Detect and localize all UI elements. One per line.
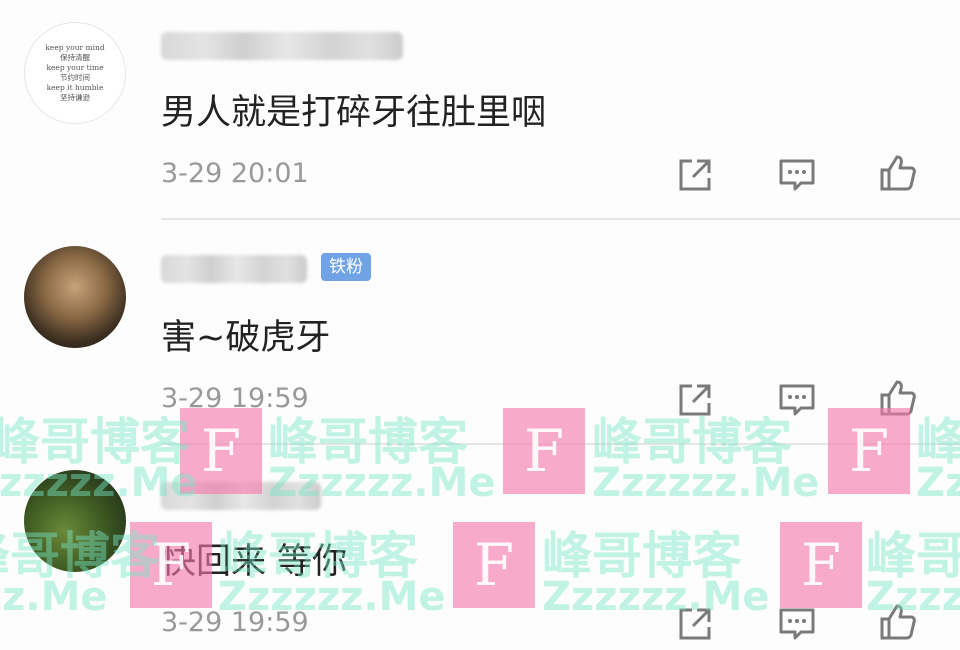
avatar-text-line: 坚持谦逊 <box>60 93 90 102</box>
watermark-logo: F <box>453 522 535 608</box>
watermark-domain: Zzzzzz.Me <box>592 460 820 506</box>
comment-text: 快回来 等你 <box>161 542 348 582</box>
avatar[interactable] <box>24 470 126 572</box>
watermark-logo: F <box>828 408 910 494</box>
avatar-text-line: keep your mind <box>45 43 105 52</box>
comment-time: 3-29 20:01 <box>161 158 309 189</box>
share-icon[interactable] <box>675 604 715 644</box>
username-blurred[interactable] <box>161 32 403 60</box>
avatar-text-line: 节约时间 <box>60 73 90 82</box>
avatar-text-line: 保持清醒 <box>60 53 90 62</box>
avatar[interactable] <box>24 246 126 348</box>
username-blurred[interactable] <box>161 482 321 510</box>
watermark-domain: Zzzzzz.Me <box>916 460 960 506</box>
watermark-domain: Zzzzzz.Me <box>0 574 108 620</box>
share-icon[interactable] <box>675 380 715 420</box>
like-icon[interactable] <box>878 378 918 418</box>
reply-icon[interactable] <box>777 380 817 420</box>
watermark-site-name: 峰哥博客 <box>866 527 960 585</box>
reply-icon[interactable] <box>777 155 817 195</box>
username-blurred[interactable] <box>161 255 307 283</box>
fan-badge: 铁粉 <box>321 253 371 281</box>
watermark-site-name: 峰哥博客 <box>542 527 742 585</box>
avatar-text-line: keep it humble <box>46 83 104 92</box>
avatar[interactable]: keep your mind 保持清醒 keep your time 节约时间 … <box>24 22 126 124</box>
watermark-logo: F <box>503 408 585 494</box>
divider <box>161 218 960 220</box>
divider <box>161 443 960 445</box>
watermark-site-name: 峰哥博客 <box>916 413 960 471</box>
watermark-logo: F <box>780 522 862 608</box>
comment-time: 3-29 19:59 <box>161 607 309 638</box>
like-icon[interactable] <box>878 602 918 642</box>
share-icon[interactable] <box>675 155 715 195</box>
comment-time: 3-29 19:59 <box>161 383 309 414</box>
watermark-domain: Zzzzzz.Me <box>542 574 770 620</box>
like-icon[interactable] <box>878 153 918 193</box>
comment-text: 男人就是打碎牙往肚里咽 <box>161 93 547 133</box>
comment-text: 害~破虎牙 <box>161 318 331 358</box>
reply-icon[interactable] <box>777 604 817 644</box>
avatar-text-line: keep your time <box>46 63 104 72</box>
